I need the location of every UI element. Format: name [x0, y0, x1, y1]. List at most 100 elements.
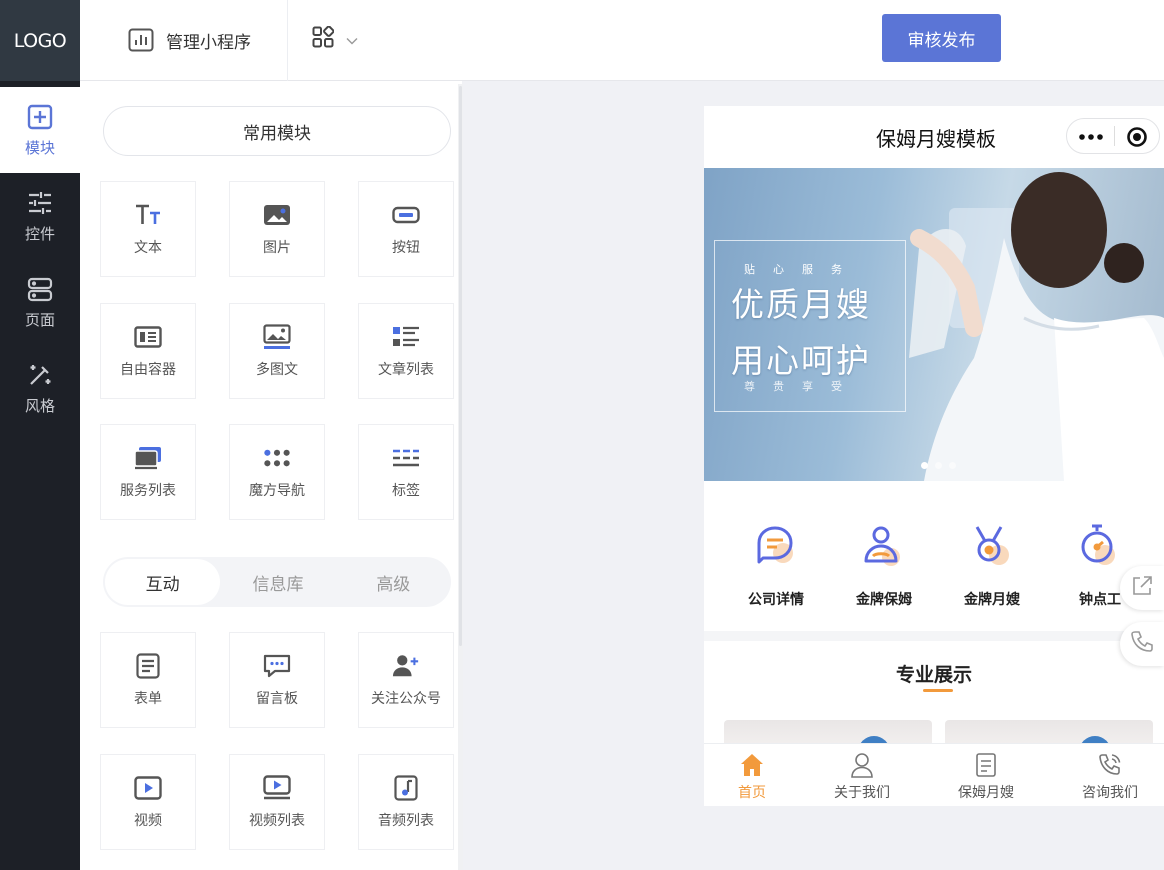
module-audio-list[interactable]: 音频列表 [358, 754, 454, 850]
close-target-icon[interactable] [1126, 126, 1148, 152]
button-icon [392, 201, 420, 229]
logo: LOGO [0, 0, 80, 81]
multi-image-icon [263, 323, 291, 351]
tile-label: 音频列表 [378, 813, 434, 829]
header-divider [287, 0, 288, 81]
chevron-down-icon [346, 30, 358, 49]
hero-banner[interactable]: 贴心服务 优质月嫂 用心呵护 尊贵享受 [704, 168, 1164, 481]
service-list-icon [134, 444, 162, 472]
cube-nav-icon [263, 444, 291, 472]
bottom-tabbar: 首页 关于我们 保姆月嫂 咨询我们 [704, 743, 1164, 806]
tab-interactive[interactable]: 互动 [105, 559, 221, 605]
call-float-button[interactable] [1120, 622, 1164, 666]
home-icon [739, 752, 765, 778]
module-free-container[interactable]: 自由容器 [100, 303, 196, 399]
module-cube-navigation[interactable]: 魔方导航 [229, 424, 325, 520]
nav-label: 金牌月嫂 [964, 592, 1020, 608]
module-video-list[interactable]: 视频列表 [229, 754, 325, 850]
tile-label: 按钮 [392, 240, 420, 256]
capsule-divider [1114, 126, 1115, 146]
title-underline [923, 689, 953, 692]
module-multi-image-text[interactable]: 多图文 [229, 303, 325, 399]
tile-label: 多图文 [256, 362, 298, 378]
user-icon [849, 752, 875, 778]
module-tag[interactable]: 标签 [358, 424, 454, 520]
nav-label: 公司详情 [748, 592, 804, 608]
share-icon [1130, 574, 1154, 602]
banner-tagline-bottom: 尊贵享受 [744, 380, 860, 393]
stopwatch-icon [1077, 523, 1123, 569]
pagination-dot[interactable] [949, 462, 956, 469]
sidebar-item-label: 模块 [24, 138, 55, 157]
tabbar-nanny-maternity[interactable]: 保姆月嫂 [931, 752, 1041, 802]
nav-company-detail[interactable]: 公司详情 [726, 523, 826, 609]
tabbar-home[interactable]: 首页 [697, 752, 807, 802]
sidebar-item-label: 风格 [24, 396, 55, 415]
tabbar-label: 保姆月嫂 [958, 785, 1014, 801]
quick-nav: 公司详情 金牌保姆 金牌月嫂 钟点工 [704, 493, 1164, 631]
panel-scrollbar-thumb[interactable] [459, 86, 462, 646]
module-service-list[interactable]: 服务列表 [100, 424, 196, 520]
common-modules-header: 常用模块 [103, 106, 451, 156]
module-text[interactable]: 文本 [100, 181, 196, 277]
tile-label: 视频 [134, 813, 162, 829]
audio-list-icon [392, 774, 420, 802]
more-dots-icon[interactable] [1079, 129, 1103, 148]
sidebar-item-controls[interactable]: 控件 [0, 173, 80, 259]
follow-account-icon [392, 652, 420, 680]
gold-medal-icon [969, 523, 1015, 569]
module-follow-official-account[interactable]: 关注公众号 [358, 632, 454, 728]
nav-label: 钟点工 [1079, 592, 1121, 608]
manage-label: 管理小程序 [166, 32, 251, 53]
magic-wand-icon [26, 361, 54, 389]
module-button[interactable]: 按钮 [358, 181, 454, 277]
bar-chart-icon [128, 27, 154, 53]
tag-icon [392, 444, 420, 472]
tabbar-label: 咨询我们 [1082, 785, 1138, 801]
document-icon [973, 752, 999, 778]
tile-label: 表单 [134, 691, 162, 707]
grid-icon [312, 25, 335, 52]
pagination-dot[interactable] [935, 462, 942, 469]
apps-dropdown[interactable] [312, 24, 358, 54]
company-detail-icon [753, 523, 799, 569]
module-article-list[interactable]: 文章列表 [358, 303, 454, 399]
phone-call-icon [1130, 630, 1154, 658]
module-image[interactable]: 图片 [229, 181, 325, 277]
container-icon [134, 323, 162, 351]
gold-nanny-icon [861, 523, 907, 569]
banner-tagline-top: 贴心服务 [744, 263, 860, 276]
sidebar-item-label: 页面 [24, 310, 55, 329]
plus-square-icon [26, 103, 54, 131]
tile-label: 魔方导航 [249, 483, 305, 499]
showcase-title: 专业展示 [895, 664, 972, 686]
tile-label: 图片 [263, 240, 291, 256]
tile-label: 标签 [392, 483, 420, 499]
tab-info-library[interactable]: 信息库 [220, 559, 335, 605]
module-video[interactable]: 视频 [100, 754, 196, 850]
top-bar: 管理小程序 审核发布 [80, 0, 1164, 81]
sidebar-item-style[interactable]: 风格 [0, 345, 80, 431]
tabbar-contact-us[interactable]: 咨询我们 [1055, 752, 1164, 802]
nav-gold-maternity-nurse[interactable]: 金牌月嫂 [942, 523, 1042, 609]
share-float-button[interactable] [1120, 566, 1164, 610]
nav-gold-nanny[interactable]: 金牌保姆 [834, 523, 934, 609]
pagination-dot[interactable] [921, 462, 928, 469]
tab-advanced[interactable]: 高级 [336, 559, 451, 605]
tabbar-about-us[interactable]: 关于我们 [807, 752, 917, 802]
module-form[interactable]: 表单 [100, 632, 196, 728]
miniprogram-capsule[interactable] [1066, 118, 1160, 154]
tile-label: 视频列表 [249, 813, 305, 829]
module-message-board[interactable]: 留言板 [229, 632, 325, 728]
tile-label: 关注公众号 [371, 691, 441, 707]
section-gap [704, 631, 1164, 641]
video-list-icon [263, 774, 291, 802]
sidebar-item-pages[interactable]: 页面 [0, 259, 80, 345]
tabbar-label: 首页 [738, 785, 766, 801]
pages-icon [26, 275, 54, 303]
text-icon [134, 201, 162, 229]
publish-button[interactable]: 审核发布 [882, 14, 1001, 62]
tile-label: 文本 [134, 240, 162, 256]
sidebar-item-modules[interactable]: 模块 [0, 87, 80, 173]
manage-miniprogram-link[interactable]: 管理小程序 [128, 22, 251, 58]
